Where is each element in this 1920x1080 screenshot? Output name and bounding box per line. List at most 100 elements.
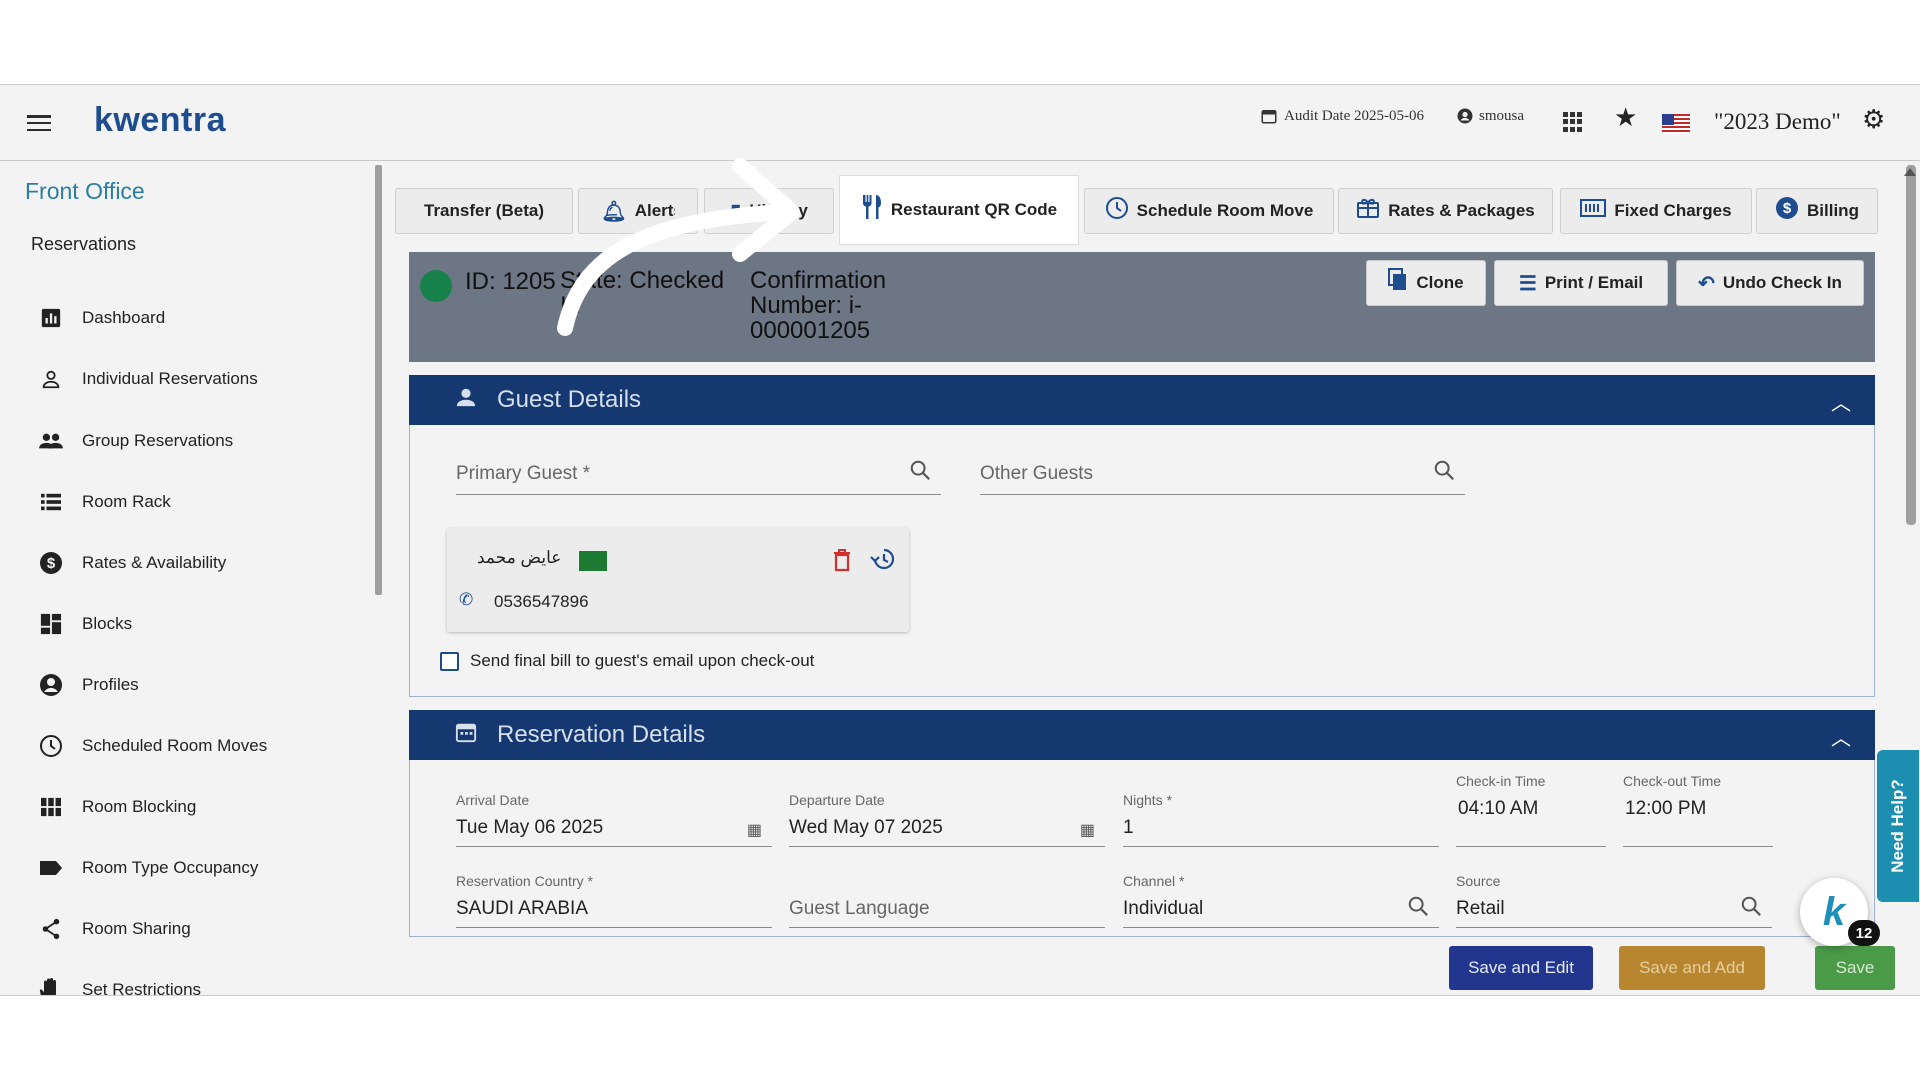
- menu-icon[interactable]: [27, 115, 51, 131]
- save-and-add-button[interactable]: Save and Add: [1619, 946, 1765, 990]
- nights-field[interactable]: Nights * 1: [1123, 790, 1439, 847]
- tab-rates-packages[interactable]: Rates & Packages: [1338, 188, 1553, 234]
- account-circle-icon: [38, 672, 64, 698]
- sidebar-item-rates-availability[interactable]: $ Rates & Availability: [38, 548, 226, 578]
- reservation-country-field[interactable]: Reservation Country * SAUDI ARABIA: [456, 871, 772, 928]
- tab-billing-label: Billing: [1807, 201, 1859, 220]
- sidebar-item-scheduled-room-moves[interactable]: Scheduled Room Moves: [38, 731, 267, 761]
- notification-badge: 12: [1848, 920, 1880, 946]
- tab-fixed-charges[interactable]: Fixed Charges: [1560, 188, 1752, 234]
- print-email-label: Print / Email: [1544, 273, 1644, 292]
- gear-icon[interactable]: ⚙: [1862, 105, 1885, 135]
- us-flag-icon[interactable]: [1662, 114, 1690, 134]
- reservation-details-header[interactable]: Reservation Details ︿: [409, 710, 1875, 760]
- reservation-details-title: Reservation Details: [497, 721, 706, 748]
- check-out-time-value: 12:00 PM: [1625, 798, 1707, 819]
- chevron-up-icon[interactable]: ︿: [1831, 387, 1851, 416]
- guest-language-field[interactable]: Guest Language: [789, 871, 1105, 928]
- undo-check-in-button[interactable]: ↶ Undo Check In: [1676, 260, 1864, 306]
- channel-field[interactable]: Channel * Individual: [1123, 871, 1439, 928]
- person-icon: [38, 366, 64, 392]
- scroll-up-arrow-icon[interactable]: [1904, 168, 1916, 176]
- arrival-date-value: Tue May 06 2025: [456, 817, 604, 838]
- guest-details-title: Guest Details: [497, 386, 642, 413]
- sidebar-item-group-reservations[interactable]: Group Reservations: [38, 426, 233, 456]
- search-icon[interactable]: [1740, 895, 1762, 923]
- arrival-date-label: Arrival Date: [456, 792, 530, 808]
- reservation-country-value: SAUDI ARABIA: [456, 898, 588, 919]
- search-icon[interactable]: [909, 459, 931, 487]
- tab-restaurant-qr-code[interactable]: Restaurant QR Code: [840, 176, 1078, 244]
- sidebar-item-label: Rates & Availability: [82, 553, 227, 572]
- calendar-icon[interactable]: ▦: [1080, 820, 1095, 840]
- dollar-icon: $: [38, 550, 64, 576]
- sidebar-item-room-type-occupancy[interactable]: Room Type Occupancy: [38, 853, 258, 883]
- other-guests-field[interactable]: Other Guests: [980, 455, 1465, 495]
- grid-icon: [38, 611, 64, 637]
- source-field[interactable]: Source Retail: [1456, 871, 1772, 928]
- sidebar-item-profiles[interactable]: Profiles: [38, 670, 139, 700]
- primary-guest-placeholder: Primary Guest *: [456, 463, 591, 484]
- people-icon: [38, 428, 64, 454]
- clock-icon: [1105, 196, 1129, 226]
- guest-card[interactable]: [447, 528, 909, 632]
- property-name[interactable]: "2023 Demo": [1714, 109, 1841, 135]
- departure-date-value: Wed May 07 2025: [789, 817, 943, 838]
- search-icon[interactable]: [1433, 459, 1455, 487]
- guest-details-header[interactable]: Guest Details ︿: [409, 375, 1875, 425]
- send-bill-checkbox[interactable]: [440, 652, 459, 671]
- trash-icon[interactable]: [832, 548, 852, 578]
- channel-label: Channel *: [1123, 873, 1185, 889]
- departure-date-field[interactable]: Departure Date Wed May 07 2025 ▦: [789, 790, 1105, 847]
- source-value: Retail: [1456, 898, 1505, 919]
- audit-date: Audit Date 2025-05-06: [1260, 107, 1424, 125]
- sidebar-item-dashboard[interactable]: Dashboard: [38, 303, 165, 333]
- primary-guest-field[interactable]: Primary Guest *: [456, 455, 941, 495]
- undo-icon: ↶: [1698, 272, 1715, 295]
- sidebar-item-label: Scheduled Room Moves: [82, 736, 268, 755]
- save-and-add-label: Save and Add: [1639, 958, 1745, 977]
- undo-check-in-label: Undo Check In: [1722, 273, 1842, 292]
- page-bottom-margin: [0, 996, 1920, 1080]
- chevron-up-icon[interactable]: ︿: [1831, 722, 1851, 751]
- star-icon[interactable]: ★: [1614, 103, 1637, 133]
- tab-fixed-charges-label: Fixed Charges: [1614, 201, 1732, 220]
- sidebar-item-room-rack[interactable]: Room Rack: [38, 487, 171, 517]
- sidebar-item-set-restrictions[interactable]: Set Restrictions: [38, 975, 202, 996]
- tab-schedule-room-move[interactable]: Schedule Room Move: [1084, 188, 1334, 234]
- share-icon: [38, 916, 64, 942]
- hand-icon: [38, 977, 64, 995]
- check-out-time-field[interactable]: Check-out Time 12:00 PM: [1623, 771, 1773, 847]
- clone-button[interactable]: Clone: [1366, 260, 1486, 306]
- reservation-country-label: Reservation Country *: [456, 873, 593, 889]
- save-and-edit-label: Save and Edit: [1468, 958, 1574, 977]
- print-email-button[interactable]: ☰ Print / Email: [1494, 260, 1668, 306]
- need-help-tab[interactable]: Need Help?: [1877, 750, 1919, 902]
- sidebar-item-individual-reservations[interactable]: Individual Reservations: [38, 364, 258, 394]
- guest-language-placeholder: Guest Language: [789, 898, 930, 919]
- calendar-icon[interactable]: ▦: [747, 820, 762, 840]
- sidebar-item-room-sharing[interactable]: Room Sharing: [38, 914, 191, 944]
- tab-billing[interactable]: $ Billing: [1756, 188, 1878, 234]
- check-in-time-field[interactable]: Check-in Time 04:10 AM: [1456, 771, 1606, 847]
- sidebar-item-blocks[interactable]: Blocks: [38, 609, 132, 639]
- svg-text:$: $: [47, 555, 56, 572]
- arrival-date-field[interactable]: Arrival Date Tue May 06 2025 ▦: [456, 790, 772, 847]
- save-and-edit-button[interactable]: Save and Edit: [1449, 946, 1593, 990]
- sidebar-item-label: Room Type Occupancy: [82, 858, 259, 877]
- sidebar-item-room-blocking[interactable]: Room Blocking: [38, 792, 196, 822]
- receipt-icon: [1580, 198, 1607, 224]
- main-scrollbar[interactable]: [1906, 165, 1916, 525]
- history-icon[interactable]: [870, 547, 896, 577]
- sidebar-item-label: Profiles: [82, 675, 139, 694]
- apps-grid-icon[interactable]: [1563, 112, 1583, 132]
- save-button[interactable]: Save: [1815, 946, 1895, 990]
- sidebar-item-label: Blocks: [82, 614, 133, 633]
- sidebar-scrollbar[interactable]: [375, 165, 382, 595]
- user-menu[interactable]: smousa: [1456, 107, 1524, 125]
- sidebar-item-label: Set Restrictions: [82, 980, 202, 996]
- copy-icon: [1388, 268, 1408, 298]
- search-icon[interactable]: [1407, 895, 1429, 923]
- send-bill-label: Send final bill to guest's email upon ch…: [470, 651, 815, 670]
- sidebar-title: Front Office: [25, 178, 145, 204]
